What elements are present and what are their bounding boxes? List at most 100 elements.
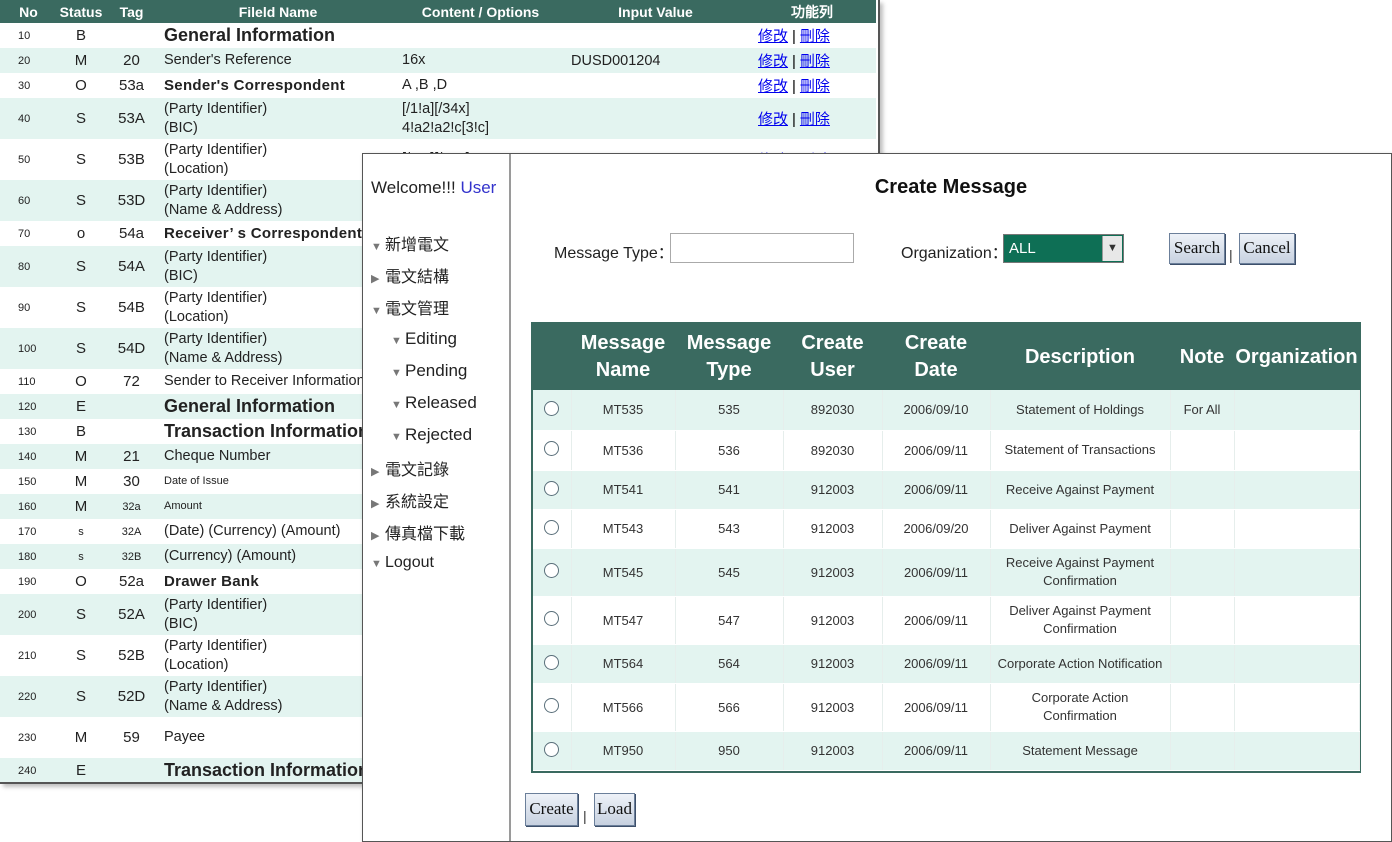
row-select-cell	[533, 731, 572, 771]
note-cell	[1170, 509, 1235, 549]
button-separator: |	[583, 808, 587, 824]
field-row-no: 190	[18, 575, 37, 588]
create-button[interactable]: Create	[525, 793, 578, 826]
message-name-cell: MT564	[571, 644, 676, 684]
delete-link[interactable]: 刪除	[800, 111, 830, 128]
sidebar-item[interactable]: ▼ Rejected	[391, 425, 472, 445]
row-radio-button[interactable]	[544, 400, 560, 416]
message-name-cell: MT535	[571, 390, 676, 431]
message-type-cell: 535	[675, 390, 784, 431]
sidebar-item-label: 新增電文	[385, 237, 450, 254]
field-row-status: M	[74, 729, 88, 746]
row-radio-button[interactable]	[544, 611, 560, 626]
message-row[interactable]: MT564 564 912003 2006/09/11 Corporate Action…	[533, 644, 1360, 684]
message-row[interactable]: MT541 541 912003 2006/09/11 Receive Against …	[533, 470, 1360, 510]
sidebar-item-label: 系統設定	[385, 494, 450, 511]
message-table-container: Message Name Message Type Create User Creat…	[531, 322, 1361, 773]
field-row-content: A ,B ,D	[402, 77, 448, 93]
search-button[interactable]: Search	[1169, 233, 1225, 264]
sidebar-item[interactable]: ▶ 傳真檔下載	[371, 520, 465, 544]
field-row-status: S	[75, 299, 86, 316]
delete-link[interactable]: 刪除	[800, 28, 830, 45]
load-button[interactable]: Load	[594, 793, 635, 826]
sidebar-item-label: Editing	[405, 329, 457, 348]
row-radio-button[interactable]	[544, 441, 560, 456]
col-header-organization: Organization	[1234, 324, 1359, 390]
sidebar-item[interactable]: ▼ Editing	[391, 329, 457, 349]
organization-cell	[1234, 470, 1360, 510]
message-type-cell: 566	[675, 683, 784, 732]
field-row-status: S	[57, 328, 105, 369]
sidebar-item[interactable]: ▼ 電文管理	[371, 295, 449, 319]
field-row-input-value: DUSD001204	[563, 48, 748, 73]
message-type-input[interactable]	[670, 233, 854, 263]
row-radio-button[interactable]	[544, 480, 560, 496]
message-name-cell: MT950	[571, 731, 676, 771]
sidebar-item[interactable]: ▼ Logout	[371, 554, 434, 572]
row-radio-button[interactable]	[544, 519, 560, 535]
field-row: 40 S 53A (Party Identifier) (BIC) [/1!a][/34…	[0, 98, 876, 139]
message-row[interactable]: MT543 543 912003 2006/09/20 Deliver Against …	[533, 509, 1360, 549]
sidebar-item[interactable]: ▼ Released	[391, 393, 477, 413]
user-name: User	[460, 178, 497, 197]
field-row-tag: 52B	[118, 647, 145, 664]
field-row-status: M	[57, 444, 105, 469]
col-header-tag: Tag	[105, 0, 158, 23]
delete-link[interactable]: 刪除	[800, 53, 830, 70]
message-row[interactable]: MT547 547 912003 2006/09/11 Deliver Against …	[533, 596, 1360, 645]
field-row-tag: 20	[105, 48, 158, 73]
create-date-cell: 2006/09/11	[882, 644, 991, 684]
sidebar-item[interactable]: ▼ Pending	[391, 361, 467, 381]
row-radio-button[interactable]	[544, 698, 560, 713]
sidebar-item[interactable]: ▶ 系統設定	[371, 488, 449, 512]
message-row[interactable]: MT545 545 912003 2006/09/11 Receive Against …	[533, 548, 1360, 597]
edit-link[interactable]: 修改	[758, 111, 788, 128]
description-cell: Deliver Against Payment	[990, 509, 1171, 549]
delete-link[interactable]: 刪除	[800, 78, 830, 95]
field-row-tag: 21	[105, 444, 158, 469]
message-type-cell: 543	[675, 509, 784, 549]
chevron-down-icon[interactable]: ▼	[1102, 236, 1122, 261]
edit-link[interactable]: 修改	[758, 28, 788, 45]
field-row-status: B	[75, 27, 86, 44]
organization-select[interactable]: ALL ▼	[1003, 234, 1124, 263]
row-radio-button[interactable]	[544, 654, 560, 670]
field-row-name: (Party Identifier) (BIC)	[158, 98, 398, 139]
field-row-status: S	[75, 647, 86, 664]
message-type-cell: 547	[675, 596, 784, 645]
sidebar-item[interactable]: ▶ 電文記錄	[371, 456, 449, 480]
edit-link[interactable]: 修改	[758, 78, 788, 95]
cancel-button[interactable]: Cancel	[1239, 233, 1295, 264]
welcome-label: Welcome!!!	[371, 178, 461, 197]
field-row-tag: 59	[123, 729, 140, 746]
organization-cell	[1234, 390, 1360, 431]
row-radio-button[interactable]	[544, 741, 560, 757]
field-row-no: 60	[0, 180, 57, 221]
message-row[interactable]: MT950 950 912003 2006/09/11 Statement Messag…	[533, 731, 1360, 771]
create-date-cell: 2006/09/10	[882, 390, 991, 431]
field-row-status: s	[57, 544, 105, 569]
message-row[interactable]: MT566 566 912003 2006/09/11 Corporate Action…	[533, 683, 1360, 732]
row-select-cell	[533, 683, 572, 732]
field-row-status: o	[76, 225, 86, 242]
message-name-cell: MT547	[571, 596, 676, 645]
triangle-right-icon: ▶	[371, 498, 380, 510]
triangle-right-icon: ▶	[371, 273, 380, 285]
sidebar-item[interactable]: ▶ 電文結構	[371, 263, 449, 287]
note-cell	[1170, 430, 1235, 471]
message-type-cell: 541	[675, 470, 784, 510]
message-type-label: Message Type：	[554, 245, 674, 262]
sidebar-item[interactable]: ▼ 新增電文	[371, 231, 449, 255]
row-select-cell	[533, 548, 572, 597]
sidebar-item-label: 電文結構	[385, 269, 450, 286]
message-type-cell: 545	[675, 548, 784, 597]
field-row-status: B	[75, 423, 86, 440]
field-row-tag	[105, 419, 158, 444]
message-row[interactable]: MT535 535 892030 2006/09/10 Statement of Hol…	[533, 390, 1360, 431]
triangle-down-icon: ▼	[371, 241, 382, 253]
triangle-down-icon: ▼	[391, 431, 402, 443]
message-row[interactable]: MT536 536 892030 2006/09/11 Statement of Tra…	[533, 430, 1360, 471]
row-radio-button[interactable]	[544, 563, 560, 578]
field-row-status: E	[57, 394, 105, 419]
edit-link[interactable]: 修改	[758, 53, 788, 70]
